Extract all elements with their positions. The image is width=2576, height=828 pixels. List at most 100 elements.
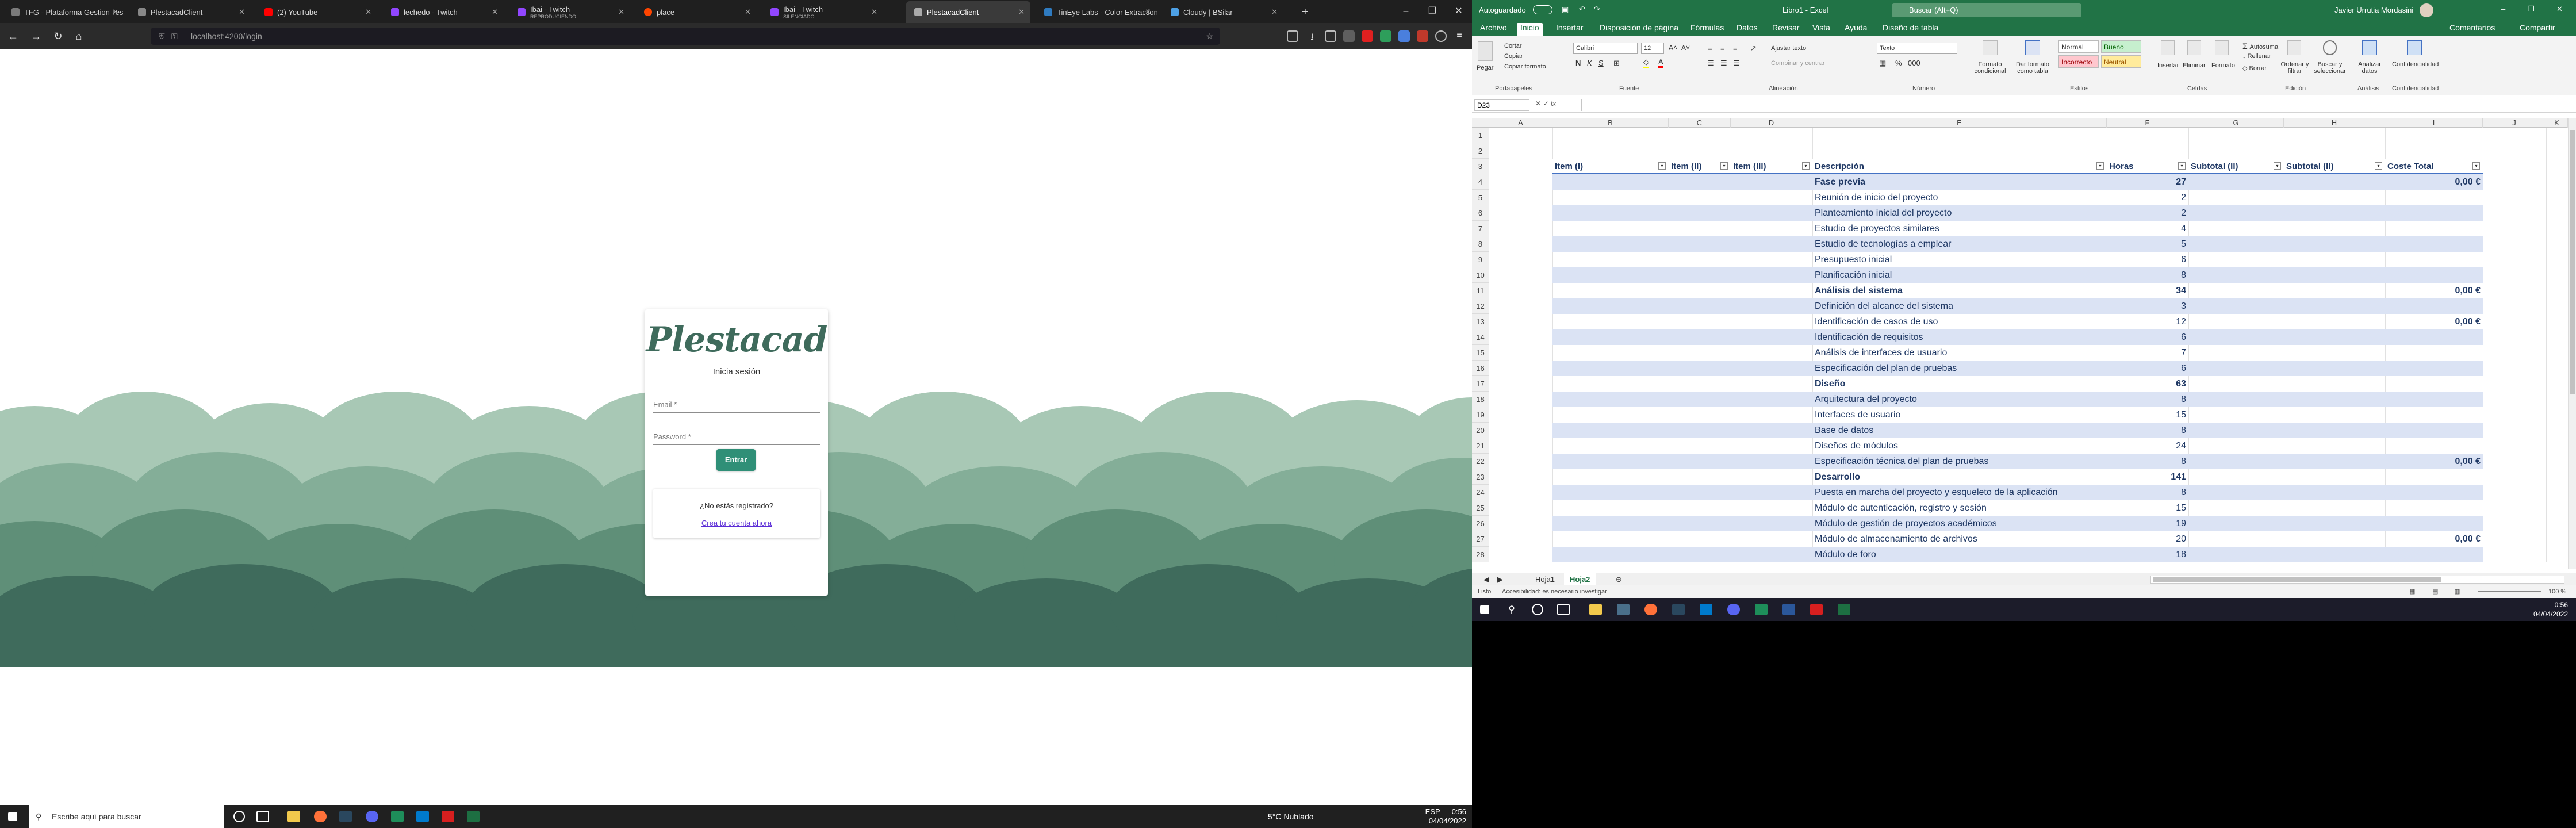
table-row[interactable]: 27 Módulo de almacenamiento de archivos 20… <box>1472 531 2568 547</box>
tab-formulas[interactable]: Fórmulas <box>1690 23 1724 32</box>
table-header-cell[interactable]: Item (III) <box>1733 159 1766 174</box>
row-number[interactable]: 1 <box>1472 128 1489 143</box>
row-number[interactable]: 9 <box>1472 252 1489 267</box>
browser-tab[interactable]: TFG - Plataforma Gestion Tes ✕ <box>3 1 124 23</box>
hours-cell[interactable]: 7 <box>2107 345 2186 361</box>
description-cell[interactable]: Presupuesto inicial <box>1815 252 2106 267</box>
table-row[interactable]: 2 <box>1472 143 2568 159</box>
horizontal-scrollbar[interactable] <box>2150 576 2564 584</box>
row-number[interactable]: 28 <box>1472 547 1489 562</box>
row-number[interactable]: 20 <box>1472 423 1489 438</box>
page-break-icon[interactable]: ▥ <box>2454 585 2460 598</box>
font-shrink-icon[interactable]: A˅ <box>1681 44 1690 52</box>
row-number[interactable]: 5 <box>1472 190 1489 205</box>
row-number[interactable]: 4 <box>1472 174 1489 190</box>
description-cell[interactable]: Definición del alcance del sistema <box>1815 298 2106 314</box>
format-cells-button[interactable]: Formato <box>2211 62 2235 69</box>
browser-tab[interactable]: Ibai - Twitch SILENCIADO ✕ <box>762 1 883 23</box>
align-bottom-icon[interactable]: ≡ <box>1733 44 1738 52</box>
table-row[interactable]: 4 Fase previa 27 0,00 € <box>1472 174 2568 190</box>
row-number[interactable]: 22 <box>1472 454 1489 469</box>
hours-cell[interactable]: 2 <box>2107 205 2186 221</box>
table-header-cell[interactable]: Item (I) <box>1555 159 1583 174</box>
new-tab-button[interactable]: + <box>1294 1 1314 23</box>
browser-tab[interactable]: PlestacadClient ✕ <box>130 1 251 23</box>
conditional-format-icon[interactable] <box>1983 40 1998 55</box>
table-row[interactable]: 9 Presupuesto inicial 6 <box>1472 252 2568 267</box>
row-number[interactable]: 26 <box>1472 516 1489 531</box>
number-format-select[interactable]: Texto <box>1877 43 1957 54</box>
description-cell[interactable]: Especificación del plan de pruebas <box>1815 361 2106 376</box>
acrobat-icon[interactable] <box>1810 604 1823 615</box>
hours-cell[interactable]: 8 <box>2107 267 2186 283</box>
analyze-data-icon[interactable] <box>2362 40 2377 55</box>
column-header[interactable]: I <box>2385 118 2483 128</box>
description-cell[interactable]: Diseños de módulos <box>1815 438 2106 454</box>
description-cell[interactable]: Planificación inicial <box>1815 267 2106 283</box>
column-header[interactable]: A <box>1489 118 1552 128</box>
hours-cell[interactable]: 19 <box>2107 516 2186 531</box>
extension-icon[interactable] <box>1398 30 1410 42</box>
row-number[interactable]: 15 <box>1472 345 1489 361</box>
hours-cell[interactable]: 8 <box>2107 454 2186 469</box>
description-cell[interactable]: Especificación técnica del plan de prueb… <box>1815 454 2106 469</box>
description-cell[interactable]: Módulo de foro <box>1815 547 2106 562</box>
font-grow-icon[interactable]: A˄ <box>1669 44 1677 52</box>
close-tab-icon[interactable]: ✕ <box>492 7 498 17</box>
table-row[interactable]: 20 Base de datos 8 <box>1472 423 2568 438</box>
vertical-scrollbar[interactable] <box>2568 118 2576 569</box>
table-row[interactable]: 19 Interfaces de usuario 15 <box>1472 407 2568 423</box>
table-row[interactable]: 5 Reunión de inicio del proyecto 2 <box>1472 190 2568 205</box>
hours-cell[interactable]: 4 <box>2107 221 2186 236</box>
table-row[interactable]: 1 <box>1472 128 2568 143</box>
hours-cell[interactable]: 63 <box>2107 376 2186 392</box>
search-icon[interactable]: ⚲ <box>1505 604 1518 615</box>
description-cell[interactable]: Desarrollo <box>1815 469 2106 485</box>
description-cell[interactable]: Identificación de requisitos <box>1815 329 2106 345</box>
browser-tab[interactable]: TinEye Labs - Color Extraction ✕ <box>1036 1 1157 23</box>
zoom-slider[interactable] <box>2478 591 2542 592</box>
hours-cell[interactable]: 27 <box>2107 174 2186 190</box>
description-cell[interactable]: Planteamiento inicial del proyecto <box>1815 205 2106 221</box>
align-left-icon[interactable]: ☰ <box>1708 59 1715 68</box>
filter-dropdown-icon[interactable]: ▾ <box>1658 162 1666 170</box>
description-cell[interactable]: Fase previa <box>1815 174 2106 190</box>
tab-archivo[interactable]: Archivo <box>1480 23 1507 32</box>
table-row[interactable]: 24 Puesta en marcha del proyecto y esquel… <box>1472 485 2568 500</box>
table-row[interactable]: 21 Diseños de módulos 24 <box>1472 438 2568 454</box>
sheet-tab-active[interactable]: Hoja2 <box>1564 573 1596 586</box>
row-number[interactable]: 14 <box>1472 329 1489 345</box>
bookmark-star-icon[interactable]: ☆ <box>1206 28 1213 45</box>
filter-dropdown-icon[interactable]: ▾ <box>2472 162 2480 170</box>
word-icon[interactable] <box>1782 604 1795 615</box>
row-number[interactable]: 13 <box>1472 314 1489 329</box>
clock-time[interactable]: 0:56 <box>1452 807 1466 816</box>
cortana-icon[interactable] <box>1532 604 1543 615</box>
autosave-toggle[interactable] <box>1533 5 1552 14</box>
back-icon[interactable]: ← <box>6 29 21 44</box>
file-explorer-icon[interactable] <box>1589 604 1602 615</box>
row-number[interactable]: 3 <box>1472 159 1489 174</box>
wrap-text-button[interactable]: Ajustar texto <box>1771 45 1806 52</box>
browser-tab-active[interactable]: PlestacadClient ✕ <box>906 1 1030 23</box>
close-tab-icon[interactable]: ✕ <box>745 7 751 17</box>
home-icon[interactable]: ⌂ <box>71 29 86 44</box>
description-cell[interactable]: Estudio de proyectos similares <box>1815 221 2106 236</box>
task-view-icon[interactable] <box>1557 604 1570 615</box>
row-number[interactable]: 11 <box>1472 283 1489 298</box>
clock-time[interactable]: 0:56 <box>2533 600 2568 610</box>
excel-icon[interactable] <box>1838 604 1850 615</box>
row-number[interactable]: 17 <box>1472 376 1489 392</box>
vscode-icon[interactable] <box>1700 604 1712 615</box>
column-header[interactable]: B <box>1552 118 1669 128</box>
cost-cell[interactable]: 0,00 € <box>2385 283 2481 298</box>
comments-button[interactable]: Comentarios <box>2450 23 2495 32</box>
cost-cell[interactable]: 0,00 € <box>2385 531 2481 547</box>
column-header[interactable]: G <box>2188 118 2284 128</box>
row-number[interactable]: 7 <box>1472 221 1489 236</box>
delete-cells-button[interactable]: Eliminar <box>2183 62 2206 69</box>
find-select-button[interactable]: Buscar y seleccionar <box>2313 61 2347 75</box>
close-icon[interactable]: ✕ <box>2556 5 2563 14</box>
hours-cell[interactable]: 8 <box>2107 485 2186 500</box>
hours-cell[interactable]: 15 <box>2107 500 2186 516</box>
